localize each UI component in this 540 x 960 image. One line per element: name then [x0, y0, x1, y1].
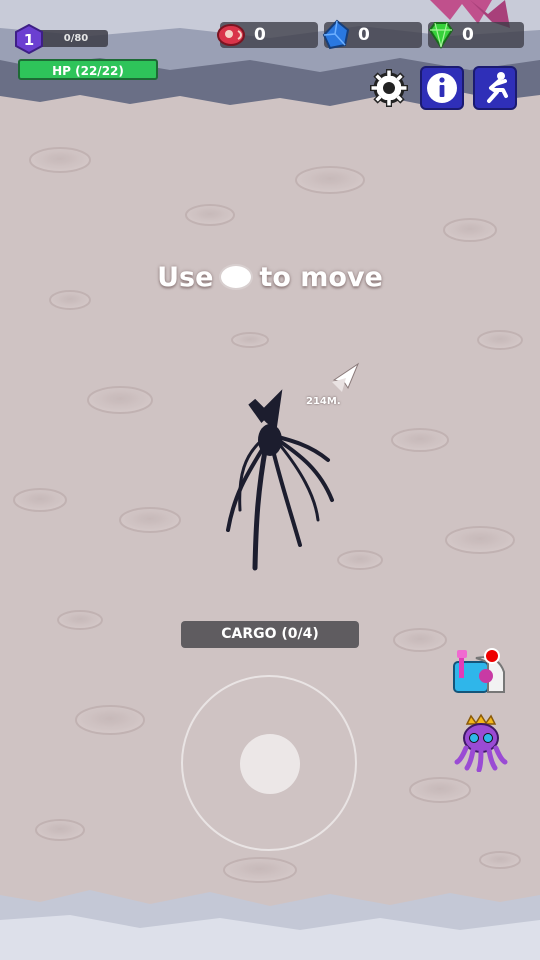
resource-meat: 0: [217, 22, 318, 48]
hint-text-before: Use: [157, 262, 214, 293]
green-gem-count: 0: [462, 25, 474, 45]
hp-text: HP (22/22): [52, 64, 124, 78]
crowned-octopus-icon: [454, 713, 508, 772]
settings-gear-button[interactable]: [367, 66, 411, 110]
boss-octopus-button[interactable]: [453, 712, 509, 772]
sprint-button[interactable]: [473, 66, 517, 110]
joystick-oval-icon: [219, 263, 254, 290]
green-diamond-icon: [428, 22, 454, 49]
resource-green-gem: 0: [428, 22, 524, 49]
resource-blue-gem: 0: [322, 19, 422, 50]
objective-distance: 214M.: [306, 396, 341, 407]
blue-gem-count: 0: [358, 25, 370, 45]
xp-text: 0/80: [63, 33, 89, 44]
meat-count: 0: [254, 25, 266, 45]
info-icon: [427, 73, 457, 103]
blue-crystal-icon: [322, 19, 350, 50]
mailbox-shop-button[interactable]: [450, 646, 510, 698]
level-badge-icon: 1: [15, 24, 43, 54]
movement-hint: Use to move: [0, 262, 540, 293]
running-figure-icon: [487, 72, 508, 103]
info-button[interactable]: [420, 66, 464, 110]
hp-bar: HP (22/22): [18, 59, 158, 80]
meat-icon: [217, 24, 245, 46]
cargo-indicator: CARGO (0/4): [181, 621, 359, 648]
gear-icon: [370, 69, 408, 107]
notification-dot: [486, 650, 498, 662]
level-number: 1: [24, 31, 34, 49]
hint-text-after: to move: [259, 262, 383, 293]
joystick-knob[interactable]: [240, 734, 300, 794]
